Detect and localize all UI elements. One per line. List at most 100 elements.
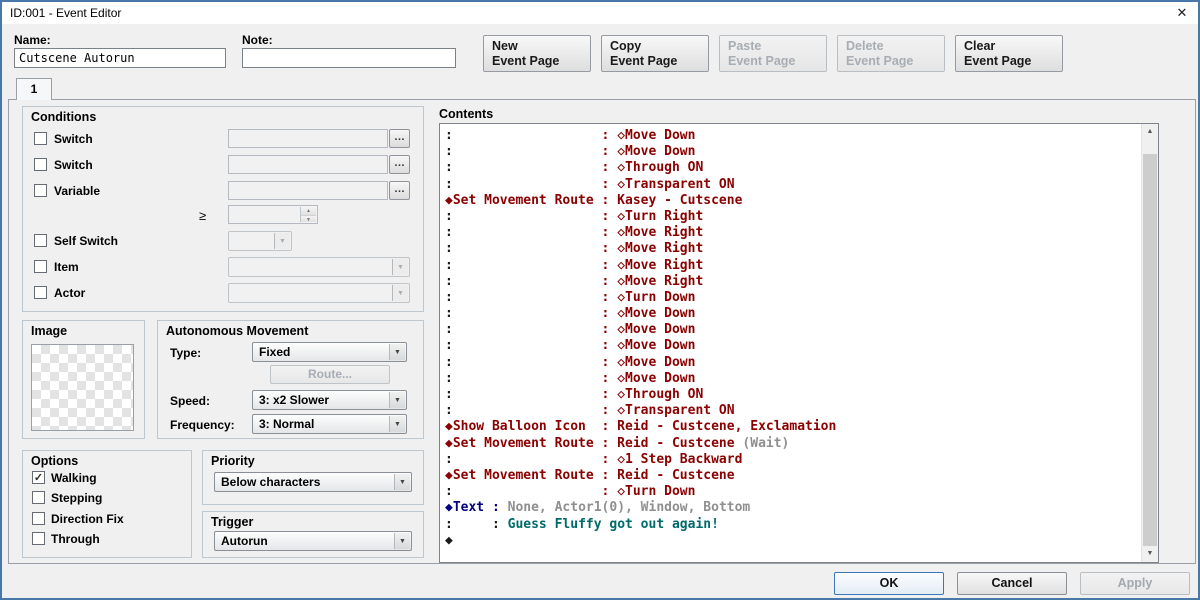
event-command-row[interactable]: : : ◇Through ON bbox=[445, 160, 1139, 176]
button-label: Event Page bbox=[846, 54, 914, 68]
self-switch-checkbox[interactable] bbox=[34, 234, 47, 247]
variable-value-spinner[interactable]: ▲ ▼ bbox=[228, 205, 318, 224]
item-checkbox[interactable] bbox=[34, 260, 47, 273]
switch1-checkbox[interactable] bbox=[34, 132, 47, 145]
event-command-row[interactable]: : : ◇1 Step Backward bbox=[445, 452, 1139, 468]
movement-frequency-value: 3: Normal bbox=[259, 417, 315, 431]
button-label: Event Page bbox=[610, 54, 678, 68]
event-command-row[interactable]: ◆Set Movement Route : Reid - Custcene (W… bbox=[445, 436, 1139, 452]
switch1-label: Switch bbox=[54, 132, 93, 146]
name-label: Name: bbox=[14, 33, 51, 47]
close-icon[interactable]: ✕ bbox=[1168, 2, 1196, 24]
stepping-checkbox[interactable] bbox=[32, 491, 45, 504]
event-command-row[interactable]: : : ◇Move Down bbox=[445, 355, 1139, 371]
event-command-row[interactable]: : : ◇Turn Right bbox=[445, 209, 1139, 225]
note-label: Note: bbox=[242, 33, 273, 47]
scroll-up-icon[interactable]: ▲ bbox=[1142, 124, 1158, 140]
trigger-select[interactable]: Autorun ▼ bbox=[214, 531, 412, 551]
self-switch-label: Self Switch bbox=[54, 234, 119, 248]
actor-checkbox[interactable] bbox=[34, 286, 47, 299]
variable-field bbox=[228, 181, 388, 200]
event-command-row[interactable]: : : ◇Move Down bbox=[445, 128, 1139, 144]
button-label: New bbox=[492, 39, 518, 53]
event-command-row[interactable]: : : Guess Fluffy got out again! bbox=[445, 517, 1139, 533]
event-command-row[interactable]: : : ◇Transparent ON bbox=[445, 403, 1139, 419]
scroll-down-icon[interactable]: ▼ bbox=[1142, 546, 1158, 562]
event-command-row[interactable]: : : ◇Move Down bbox=[445, 144, 1139, 160]
contents-rows: : : ◇Move Down: : ◇Move Down: : ◇Through… bbox=[445, 128, 1139, 549]
spin-down-icon[interactable]: ▼ bbox=[301, 214, 316, 223]
contents-scrollbar[interactable]: ▲ ▼ bbox=[1141, 124, 1158, 562]
direction-fix-label: Direction Fix bbox=[51, 512, 124, 526]
event-command-row[interactable]: : : ◇Move Right bbox=[445, 274, 1139, 290]
event-command-row[interactable]: : : ◇Move Down bbox=[445, 322, 1139, 338]
event-command-row[interactable]: : : ◇Turn Down bbox=[445, 290, 1139, 306]
copy-event-page-button[interactable]: Copy Event Page bbox=[601, 35, 709, 72]
route-button: Route... bbox=[270, 365, 390, 384]
switch2-field bbox=[228, 155, 388, 174]
movement-type-value: Fixed bbox=[259, 345, 291, 359]
variable-checkbox[interactable] bbox=[34, 184, 47, 197]
actor-select: ▼ bbox=[228, 283, 410, 303]
direction-fix-checkbox[interactable] bbox=[32, 512, 45, 525]
clear-event-page-button[interactable]: Clear Event Page bbox=[955, 35, 1063, 72]
conditions-title: Conditions bbox=[31, 110, 97, 124]
event-command-row[interactable]: ◆ bbox=[445, 533, 1139, 549]
through-checkbox[interactable] bbox=[32, 532, 45, 545]
chevron-down-icon: ▼ bbox=[274, 233, 290, 249]
switch1-field bbox=[228, 129, 388, 148]
delete-event-page-button: Delete Event Page bbox=[837, 35, 945, 72]
event-command-row[interactable]: : : ◇Move Down bbox=[445, 306, 1139, 322]
movement-speed-select[interactable]: 3: x2 Slower ▼ bbox=[252, 390, 407, 410]
switch1-browse-button[interactable]: … bbox=[389, 129, 410, 148]
event-editor-window: ID:001 - Event Editor ✕ Name: Note: New … bbox=[0, 0, 1200, 600]
event-command-row[interactable]: : : ◇Move Right bbox=[445, 225, 1139, 241]
priority-value: Below characters bbox=[221, 475, 321, 489]
paste-event-page-button: Paste Event Page bbox=[719, 35, 827, 72]
event-image-picker[interactable] bbox=[31, 344, 134, 431]
event-command-row[interactable]: : : ◇Move Down bbox=[445, 338, 1139, 354]
walking-checkbox[interactable]: ✓ bbox=[32, 471, 45, 484]
tab-page-1[interactable]: 1 bbox=[16, 78, 52, 100]
apply-button: Apply bbox=[1080, 572, 1190, 595]
movement-frequency-select[interactable]: 3: Normal ▼ bbox=[252, 414, 407, 434]
event-command-row[interactable]: : : ◇Transparent ON bbox=[445, 177, 1139, 193]
spin-up-icon[interactable]: ▲ bbox=[301, 207, 316, 215]
cancel-button[interactable]: Cancel bbox=[957, 572, 1067, 595]
variable-label: Variable bbox=[54, 184, 101, 198]
name-input[interactable] bbox=[14, 48, 226, 68]
event-command-row[interactable]: ◆Set Movement Route : Kasey - Cutscene bbox=[445, 193, 1139, 209]
event-command-row[interactable]: ◆Text : None, Actor1(0), Window, Bottom bbox=[445, 500, 1139, 516]
event-command-row[interactable]: ◆Set Movement Route : Reid - Custcene bbox=[445, 468, 1139, 484]
ok-button[interactable]: OK bbox=[834, 572, 944, 595]
item-label: Item bbox=[54, 260, 79, 274]
switch2-browse-button[interactable]: … bbox=[389, 155, 410, 174]
priority-select[interactable]: Below characters ▼ bbox=[214, 472, 412, 492]
movement-type-select[interactable]: Fixed ▼ bbox=[252, 342, 407, 362]
event-command-row[interactable]: : : ◇Move Down bbox=[445, 371, 1139, 387]
actor-label: Actor bbox=[54, 286, 86, 300]
chevron-down-icon: ▼ bbox=[389, 344, 405, 360]
button-label: Paste bbox=[728, 39, 762, 53]
note-input[interactable] bbox=[242, 48, 456, 68]
event-command-row[interactable]: : : ◇Move Right bbox=[445, 258, 1139, 274]
chevron-down-icon: ▼ bbox=[389, 392, 405, 408]
image-title: Image bbox=[31, 324, 68, 338]
switch2-checkbox[interactable] bbox=[34, 158, 47, 171]
options-title: Options bbox=[31, 454, 79, 468]
event-contents-list[interactable]: : : ◇Move Down: : ◇Move Down: : ◇Through… bbox=[439, 123, 1159, 563]
movement-speed-value: 3: x2 Slower bbox=[259, 393, 330, 407]
event-command-row[interactable]: : : ◇Move Right bbox=[445, 241, 1139, 257]
new-event-page-button[interactable]: New Event Page bbox=[483, 35, 591, 72]
event-command-row[interactable]: : : ◇Through ON bbox=[445, 387, 1139, 403]
self-switch-select: ▼ bbox=[228, 231, 292, 251]
button-label: Copy bbox=[610, 39, 642, 53]
variable-browse-button[interactable]: … bbox=[389, 181, 410, 200]
titlebar: ID:001 - Event Editor ✕ bbox=[2, 2, 1198, 24]
button-label: Event Page bbox=[492, 54, 560, 68]
event-command-row[interactable]: ◆Show Balloon Icon : Reid - Custcene, Ex… bbox=[445, 419, 1139, 435]
spinner-buttons: ▲ ▼ bbox=[300, 207, 316, 223]
event-command-row[interactable]: : : ◇Turn Down bbox=[445, 484, 1139, 500]
scrollbar-thumb[interactable] bbox=[1143, 154, 1157, 546]
speed-label: Speed: bbox=[170, 394, 211, 408]
